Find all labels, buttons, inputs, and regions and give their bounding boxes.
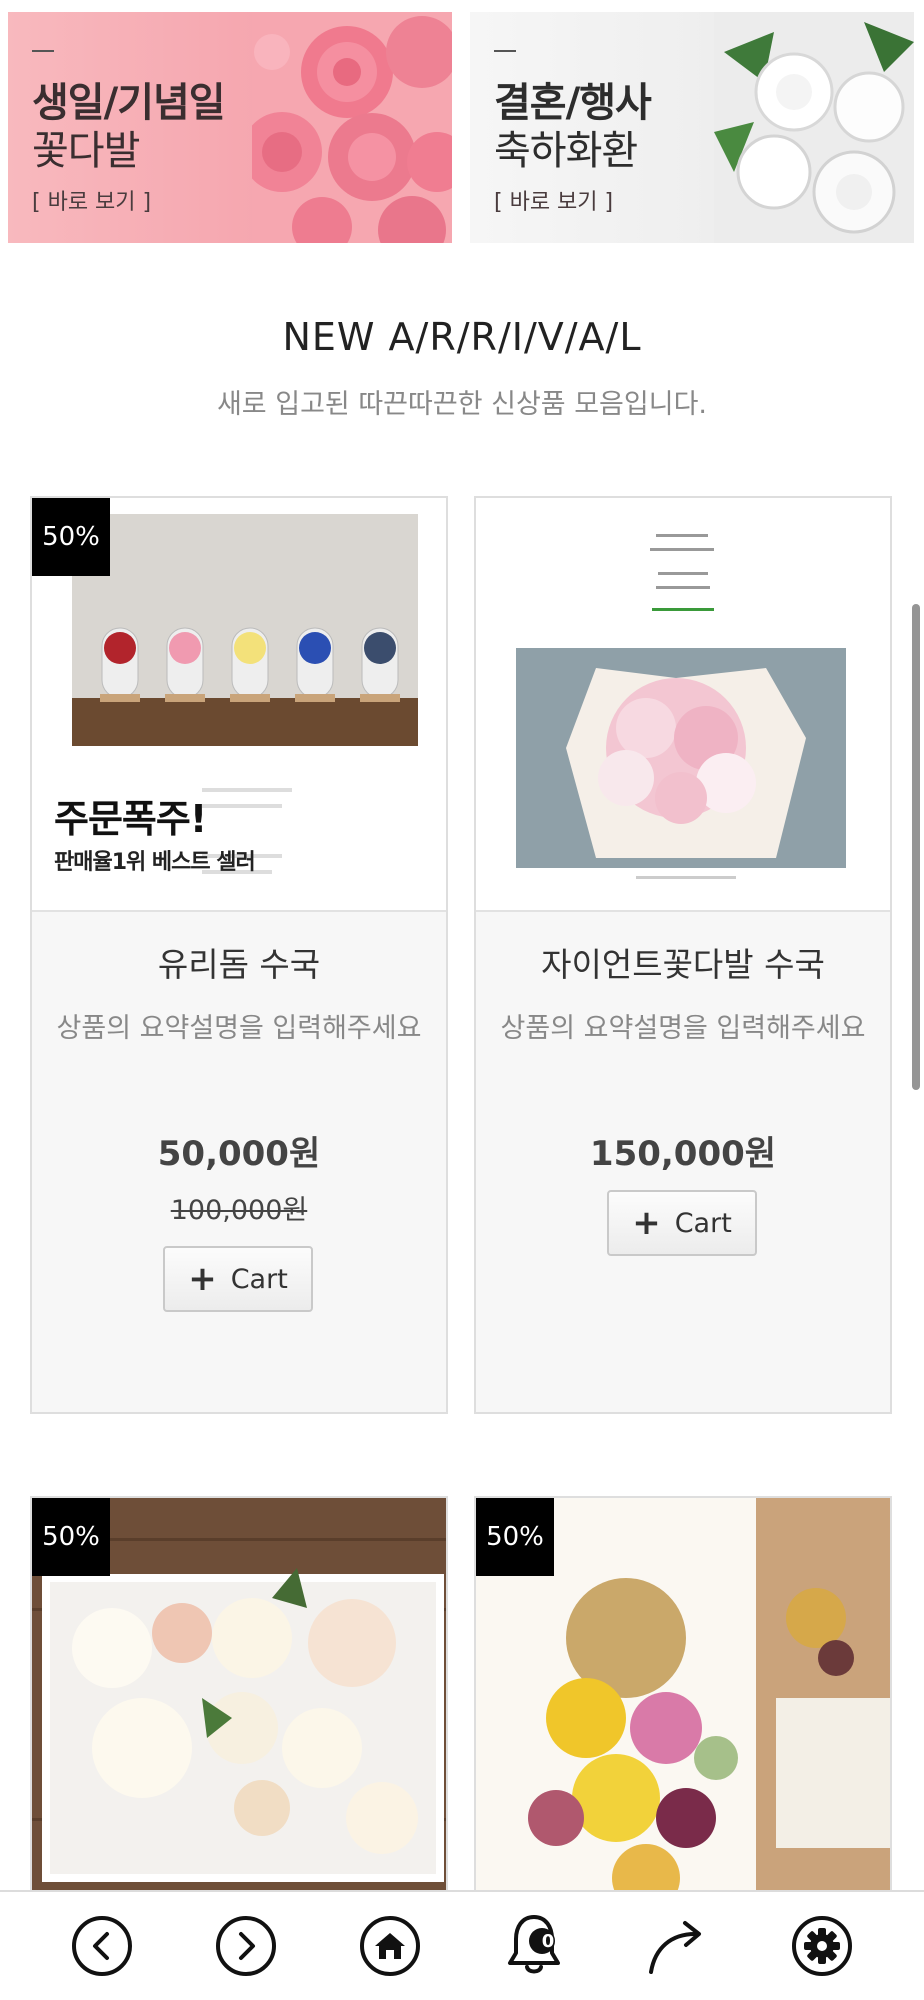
cart-label: Cart <box>230 1263 288 1295</box>
giant-hydrangea-bouquet-image <box>476 498 890 910</box>
product-description: 상품의 요약설명을 입력해주세요 <box>500 1013 866 1044</box>
forward-button[interactable] <box>208 1908 284 1984</box>
notification-count: 0 <box>541 1931 555 1952</box>
banner-dash <box>32 50 54 52</box>
home-button[interactable] <box>352 1908 428 1984</box>
home-icon <box>360 1916 420 1976</box>
share-button[interactable] <box>640 1908 716 1984</box>
add-to-cart-button[interactable]: + Cart <box>607 1190 757 1256</box>
banner-row: 생일/기념일 꽃다발 [ 바로 보기 ] 결혼/행사 축하화환 [ 바로 보기 … <box>0 0 924 245</box>
cart-label: Cart <box>674 1207 732 1239</box>
scrollbar[interactable] <box>912 604 920 1090</box>
discount-badge: 50% <box>476 1498 554 1576</box>
plus-icon: + <box>632 1203 661 1243</box>
product-price: 150,000원 <box>589 1134 777 1174</box>
back-button[interactable] <box>64 1908 140 1984</box>
settings-icon <box>792 1916 852 1976</box>
section-subtitle: 새로 입고된 따끈따끈한 신상품 모음입니다. <box>216 389 708 420</box>
forward-icon <box>216 1916 276 1976</box>
back-icon <box>72 1916 132 1976</box>
thumb-subline: 판매율1위 베스트 셀러 <box>54 850 256 875</box>
product-price: 50,000원 <box>157 1134 321 1174</box>
product-card[interactable]: 자이언트꽃다발 수국 상품의 요약설명을 입력해주세요 150,000원 + C… <box>474 496 892 1414</box>
bottom-navigation: 0 <box>0 1890 924 2000</box>
add-to-cart-button[interactable]: + Cart <box>163 1246 313 1312</box>
share-icon <box>649 1921 701 1974</box>
banner-subtitle: 축하화환 <box>494 128 638 174</box>
discount-badge: 50% <box>32 1498 110 1576</box>
section-title: NEW A/R/R/I/V/A/L <box>282 315 642 359</box>
banner-view-link[interactable]: [ 바로 보기 ] <box>494 184 613 216</box>
birthday-bouquet-banner[interactable]: 생일/기념일 꽃다발 [ 바로 보기 ] <box>8 12 452 243</box>
product-description: 상품의 요약설명을 입력해주세요 <box>56 1013 422 1044</box>
banner-subtitle: 꽃다발 <box>32 128 140 174</box>
product-name[interactable]: 유리돔 수국 <box>32 938 446 986</box>
wedding-event-banner[interactable]: 결혼/행사 축하화환 [ 바로 보기 ] <box>470 12 914 243</box>
notifications-button[interactable]: 0 <box>496 1908 572 1984</box>
plus-icon: + <box>188 1259 217 1299</box>
white-roses-image <box>714 12 914 243</box>
thumb-headline: 주문폭주! <box>54 797 207 841</box>
banner-view-link[interactable]: [ 바로 보기 ] <box>32 184 151 216</box>
product-original-price: 100,000원 <box>170 1195 308 1226</box>
product-card[interactable]: 주문폭주! 판매율1위 베스트 셀러 50% 유리돔 수국 상품의 요약설명을 … <box>30 496 448 1414</box>
product-name[interactable]: 자이언트꽃다발 수국 <box>476 938 890 986</box>
discount-badge: 50% <box>32 498 110 576</box>
product-image[interactable] <box>476 498 890 912</box>
settings-button[interactable] <box>784 1908 860 1984</box>
banner-dash <box>494 50 516 52</box>
pink-roses-image <box>252 12 452 243</box>
